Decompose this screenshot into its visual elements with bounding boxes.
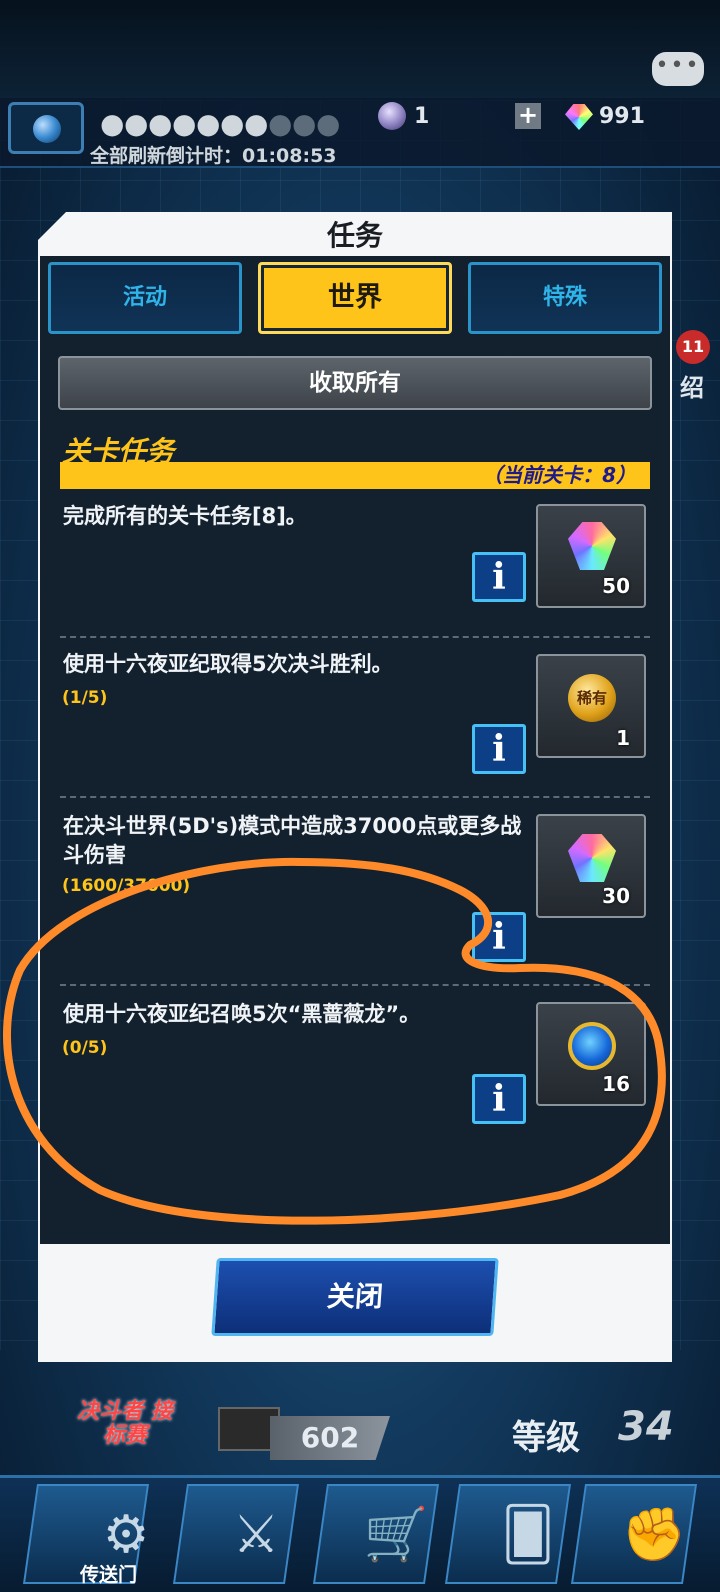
- duelist-icon: ●: [100, 107, 125, 140]
- mission-progress: (1600/37000): [62, 876, 191, 896]
- divider: [60, 636, 650, 638]
- duelist-icon: ●: [172, 107, 197, 140]
- duelist-icon: ●: [148, 107, 173, 140]
- duelist-icon: ●: [316, 107, 341, 140]
- close-button[interactable]: 关闭: [211, 1258, 499, 1336]
- current-stage: （当前关卡：8）: [482, 463, 636, 487]
- cart-icon: 🛒: [363, 1505, 429, 1565]
- info-button[interactable]: i: [472, 552, 526, 602]
- tab-event[interactable]: 活动: [48, 262, 242, 334]
- refresh-countdown: 全部刷新倒计时：01:08:53: [90, 145, 337, 167]
- blue-key-icon: [568, 1022, 616, 1070]
- duelist-icon: ●: [244, 107, 269, 140]
- tab-world[interactable]: 世界: [258, 262, 452, 334]
- tab-special[interactable]: 特殊: [468, 262, 662, 334]
- reward-count: 16: [602, 1072, 630, 1096]
- portal-label: 传送门: [80, 1564, 138, 1586]
- reward-count: 30: [602, 884, 630, 908]
- tournament-logo[interactable]: 决斗者 接标赛: [70, 1400, 180, 1452]
- reward-count: 50: [602, 574, 630, 598]
- top-background: [0, 0, 720, 100]
- mission-text: 使用十六夜亚纪召唤5次“黑蔷薇龙”。: [63, 1002, 421, 1026]
- reward-count: 1: [616, 726, 630, 750]
- divider: [60, 984, 650, 986]
- orb-currency-icon: [378, 102, 406, 130]
- duelist-icon: ●: [124, 107, 149, 140]
- info-button[interactable]: i: [472, 724, 526, 774]
- collect-all-button[interactable]: 收取所有: [58, 356, 652, 410]
- cards-icon: 🂠: [501, 1505, 555, 1565]
- duelist-icon: ●: [220, 107, 245, 140]
- fist-icon: ✊: [621, 1505, 687, 1565]
- duelist-icon: ●: [268, 107, 293, 140]
- side-label: 绍: [680, 374, 704, 402]
- mission-progress: (0/5): [62, 1038, 108, 1058]
- duelist-icon: ●: [196, 107, 221, 140]
- duelist-icon: ●: [292, 107, 317, 140]
- notification-badge: 11: [676, 330, 710, 364]
- crossed-swords-icon: ⚔: [232, 1505, 280, 1565]
- info-button[interactable]: i: [472, 1074, 526, 1124]
- level-label: 等级: [512, 1418, 580, 1458]
- info-button[interactable]: i: [472, 912, 526, 962]
- mission-text: 使用十六夜亚纪取得5次决斗胜利。: [63, 652, 393, 676]
- level-value: 34: [618, 1404, 674, 1450]
- orb-count: 1: [414, 104, 430, 129]
- deck-counter: 602: [270, 1416, 390, 1460]
- gem-count: 991: [599, 104, 645, 129]
- add-currency-button[interactable]: +: [515, 103, 541, 129]
- dialog-title: 任务: [326, 219, 383, 252]
- orb-icon: [33, 115, 61, 143]
- mission-text: 完成所有的关卡任务[8]。: [63, 504, 307, 528]
- mission-text: 在决斗世界(5D's)模式中造成37000点或更多战斗伤害: [63, 814, 522, 867]
- menu-orb-button[interactable]: [8, 102, 84, 154]
- rare-coin-icon: 稀有: [568, 674, 616, 722]
- mission-progress: (1/5): [62, 688, 108, 708]
- chat-button[interactable]: •••: [652, 52, 704, 86]
- divider: [60, 796, 650, 798]
- duelist-slots: ● ● ● ● ● ● ● ● ● ●: [100, 106, 340, 142]
